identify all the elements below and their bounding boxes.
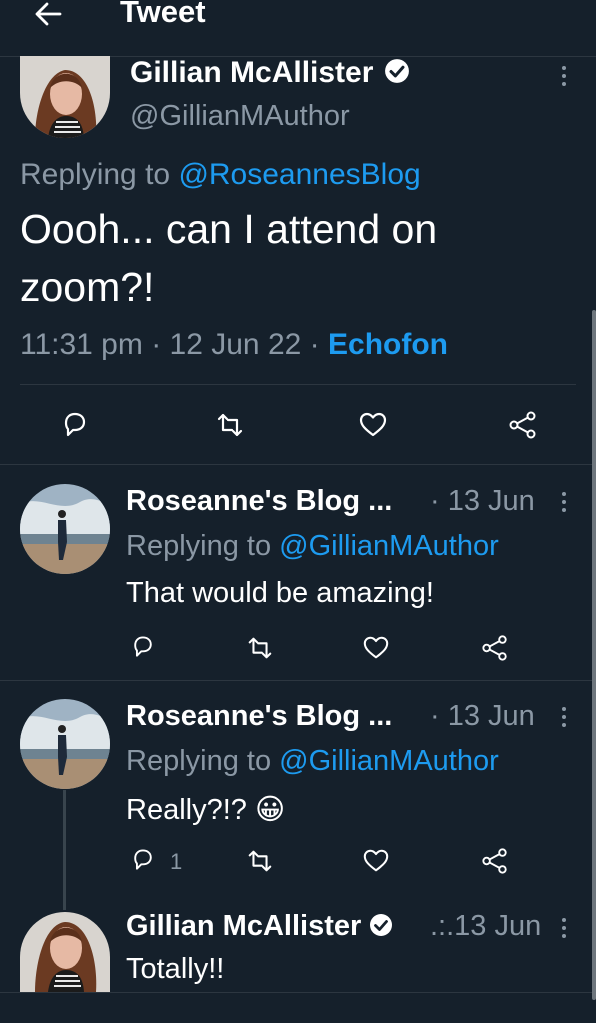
scrollbar[interactable] bbox=[592, 310, 596, 1000]
tweet-text: Totally!! bbox=[126, 953, 225, 985]
retweet-icon[interactable] bbox=[246, 634, 274, 662]
mention-link[interactable]: @GillianMAuthor bbox=[279, 530, 499, 562]
reply-icon[interactable] bbox=[130, 634, 156, 660]
replying-to-line: Replying to @RoseannesBlog bbox=[20, 158, 421, 191]
heart-icon[interactable] bbox=[362, 847, 390, 875]
tweet-time: .:.13 Jun bbox=[430, 910, 542, 942]
share-icon[interactable] bbox=[481, 634, 509, 662]
tweet-time: 11:31 pm bbox=[20, 328, 143, 361]
more-vertical-icon[interactable] bbox=[560, 490, 568, 514]
reply-icon[interactable] bbox=[130, 847, 156, 873]
tweet-text: That would be amazing! bbox=[126, 577, 434, 609]
more-vertical-icon[interactable] bbox=[560, 64, 568, 88]
share-icon[interactable] bbox=[508, 410, 538, 440]
verified-badge-icon bbox=[368, 912, 394, 938]
tweet-date: 12 Jun 22 bbox=[169, 328, 302, 361]
thread-line bbox=[63, 790, 66, 910]
avatar[interactable] bbox=[20, 484, 110, 574]
author-handle[interactable]: @GillianMAuthor bbox=[130, 100, 350, 133]
tweet-text: Really?!? 😀 bbox=[126, 794, 286, 826]
verified-badge-icon bbox=[383, 57, 411, 85]
divider bbox=[0, 680, 596, 681]
divider bbox=[0, 992, 596, 993]
tweet-time: · 13 Jun bbox=[430, 700, 535, 732]
tweet-source[interactable]: Echofon bbox=[328, 328, 448, 361]
reply-count: 1 bbox=[170, 849, 183, 874]
tweet-time: · 13 Jun bbox=[430, 485, 535, 517]
tweet-text: Oooh... can I attend on zoom?! bbox=[20, 206, 438, 310]
divider bbox=[20, 384, 576, 385]
author-name[interactable]: Roseanne's Blog ... bbox=[126, 700, 392, 733]
author-name[interactable]: Gillian McAllister bbox=[130, 56, 411, 90]
top-bar: Tweet bbox=[0, 0, 596, 56]
author-name[interactable]: Roseanne's Blog ... bbox=[126, 485, 392, 518]
replying-to-line: Replying to @GillianMAuthor bbox=[126, 745, 499, 777]
more-vertical-icon[interactable] bbox=[560, 705, 568, 729]
avatar[interactable] bbox=[20, 912, 110, 992]
avatar[interactable] bbox=[20, 699, 110, 789]
mention-link[interactable]: @GillianMAuthor bbox=[279, 745, 499, 777]
more-vertical-icon[interactable] bbox=[560, 916, 568, 940]
retweet-icon[interactable] bbox=[246, 847, 274, 875]
divider bbox=[0, 464, 596, 465]
page-title: Tweet bbox=[120, 0, 206, 29]
avatar[interactable] bbox=[20, 56, 110, 138]
heart-icon[interactable] bbox=[362, 634, 390, 662]
arrow-left-icon[interactable] bbox=[32, 0, 64, 30]
retweet-icon[interactable] bbox=[215, 410, 245, 440]
author-name[interactable]: Gillian McAllister bbox=[126, 910, 394, 943]
mention-link[interactable]: @RoseannesBlog bbox=[178, 158, 420, 191]
share-icon[interactable] bbox=[481, 847, 509, 875]
tweet-meta: 11:31 pm · 12 Jun 22 · Echofon bbox=[20, 328, 449, 361]
replying-to-line: Replying to @GillianMAuthor bbox=[126, 530, 499, 562]
reply-icon[interactable] bbox=[60, 410, 90, 440]
heart-icon[interactable] bbox=[358, 410, 388, 440]
